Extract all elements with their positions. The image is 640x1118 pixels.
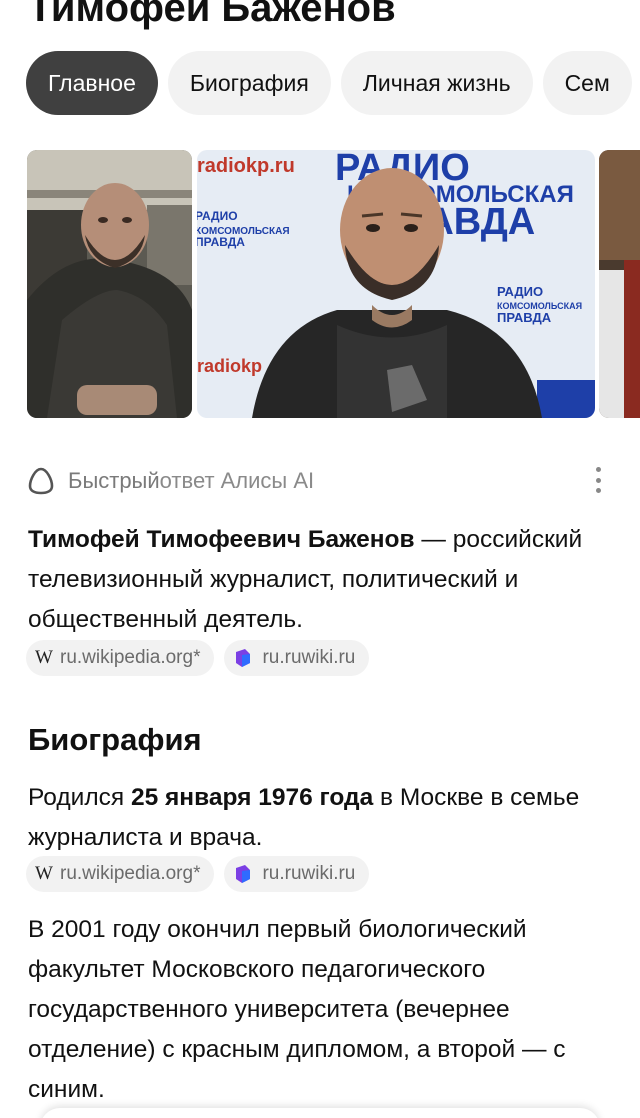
photo-carousel[interactable]: radiokp.ru РАДИО КОМСОМОЛЬСКАЯ ПРАВДА РА… <box>0 150 640 418</box>
photo-1[interactable] <box>27 150 192 418</box>
source-label: ru.wikipedia.org* <box>60 863 201 884</box>
photo-2[interactable]: radiokp.ru РАДИО КОМСОМОЛЬСКАЯ ПРАВДА РА… <box>197 150 595 418</box>
search-result-page: Тимофей Баженов Главное Биография Личная… <box>0 0 640 1118</box>
source-label: ru.wikipedia.org* <box>60 647 201 668</box>
photo-1-image <box>27 150 192 418</box>
bottom-search-bar[interactable] <box>40 1108 600 1118</box>
bio-birthdate: 25 января 1976 года <box>130 784 374 811</box>
ruwiki-icon <box>236 649 251 667</box>
source-chip-wikipedia[interactable]: W ru.wikipedia.org* <box>26 856 215 892</box>
alice-icon <box>28 467 54 495</box>
page-title: Тимофей Баженов <box>28 0 396 30</box>
source-label: ru.ruwiki.ru <box>262 647 356 668</box>
svg-text:ПРАВДА: ПРАВДА <box>197 235 245 249</box>
photo-3-image <box>599 150 640 418</box>
tab-bar: Главное Биография Личная жизнь Сем <box>26 51 632 115</box>
alice-label-prefix: Быстрый <box>68 468 160 493</box>
bio-text-before: Родился <box>28 784 131 811</box>
svg-text:ПРАВДА: ПРАВДА <box>497 310 552 325</box>
photo-2-image: radiokp.ru РАДИО КОМСОМОЛЬСКАЯ ПРАВДА РА… <box>197 150 595 418</box>
source-chip-ruwiki[interactable]: ru.ruwiki.ru <box>224 640 370 676</box>
more-options-icon[interactable] <box>588 464 608 496</box>
bg-text-5: radiokp <box>197 356 262 376</box>
alice-answer-header: Быстрый ответ Алисы AI <box>26 464 314 498</box>
biography-paragraph-2: В 2001 году окончил первый биологический… <box>28 916 566 1103</box>
intro-bold: Тимофей Тимофеевич Баженов <box>28 526 415 553</box>
biography-paragraph-1: Родился 25 января 1976 года в Москве в с… <box>28 778 618 858</box>
source-chip-ruwiki[interactable]: ru.ruwiki.ru <box>224 856 370 892</box>
section-heading-biography: Биография <box>28 722 202 757</box>
ruwiki-icon <box>236 865 251 883</box>
sources-row-2: W ru.wikipedia.org* ru.ruwiki.ru <box>26 856 370 892</box>
bg-text-1: radiokp.ru <box>197 155 295 177</box>
tab-biography[interactable]: Биография <box>167 51 331 115</box>
tab-personal-life[interactable]: Личная жизнь <box>340 51 533 115</box>
tab-main[interactable]: Главное <box>26 51 158 115</box>
sources-row-1: W ru.wikipedia.org* ru.ruwiki.ru <box>26 640 370 676</box>
svg-text:РАДИО: РАДИО <box>197 209 238 223</box>
photo-3[interactable] <box>599 150 640 418</box>
alice-label-suffix: ответ Алисы AI <box>159 468 315 493</box>
tab-family[interactable]: Сем <box>542 51 632 115</box>
svg-text:РАДИО: РАДИО <box>497 284 543 299</box>
wikipedia-icon: W <box>35 647 53 668</box>
source-chip-wikipedia[interactable]: W ru.wikipedia.org* <box>26 640 215 676</box>
wikipedia-icon: W <box>35 863 53 884</box>
intro-paragraph: Тимофей Тимофеевич Баженов — российский … <box>28 520 618 640</box>
source-label: ru.ruwiki.ru <box>262 863 356 884</box>
